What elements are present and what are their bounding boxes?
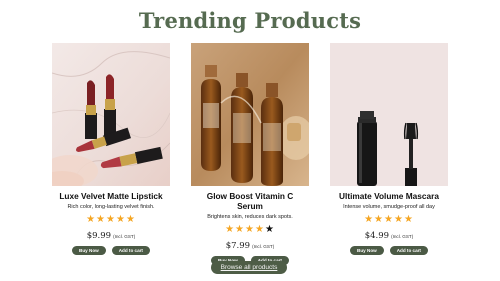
product-description: Rich color, long-lasting velvet finish. xyxy=(67,204,155,210)
star-icon: ★ xyxy=(393,214,404,225)
star-icon: ★ xyxy=(264,224,275,235)
price-row: $9.99 (Incl. GST) xyxy=(52,228,170,243)
browse-all-products-button[interactable]: Browse all products xyxy=(211,261,287,274)
price-tax-note: (Incl. GST) xyxy=(113,234,136,239)
star-icon: ★ xyxy=(403,214,414,225)
star-icon: ★ xyxy=(374,214,385,225)
product-card-mascara: Ultimate Volume Mascara Intense volume, … xyxy=(330,43,448,255)
product-card-serum: Glow Boost Vitamin C Serum Brightens ski… xyxy=(191,43,309,265)
product-card-lipstick: Luxe Velvet Matte Lipstick Rich color, l… xyxy=(52,43,170,255)
star-icon: ★ xyxy=(254,224,265,235)
star-icon: ★ xyxy=(86,214,97,225)
star-icon: ★ xyxy=(115,214,126,225)
star-icon: ★ xyxy=(364,214,375,225)
star-icon: ★ xyxy=(106,214,116,225)
star-icon: ★ xyxy=(384,214,394,225)
mascara-product-image[interactable] xyxy=(330,43,448,186)
star-icon: ★ xyxy=(96,214,107,225)
add-to-cart-button[interactable]: Add to cart xyxy=(389,246,428,255)
rating-stars: ★★★★★ xyxy=(191,224,309,235)
buy-now-button[interactable]: Buy Now xyxy=(72,246,106,255)
section-title: Trending Products xyxy=(138,8,362,33)
rating-stars: ★★★★★ xyxy=(52,214,170,225)
star-icon: ★ xyxy=(225,224,236,235)
star-icon: ★ xyxy=(245,224,255,235)
price-row: $4.99 (Incl. GST) xyxy=(330,228,448,243)
add-to-cart-button[interactable]: Add to cart xyxy=(111,246,150,255)
lipstick-product-image[interactable] xyxy=(52,43,170,186)
serum-product-image[interactable] xyxy=(191,43,309,186)
price: $9.99 xyxy=(86,231,112,241)
product-description: Brightens skin, reduces dark spots. xyxy=(207,214,293,220)
rating-stars: ★★★★★ xyxy=(330,214,448,225)
star-icon: ★ xyxy=(235,224,246,235)
star-icon: ★ xyxy=(125,214,136,225)
product-name[interactable]: Luxe Velvet Matte Lipstick xyxy=(52,191,170,201)
product-description: Intense volume, smudge-proof all day xyxy=(343,204,435,210)
price-row: $7.99 (Incl. GST) xyxy=(191,238,309,253)
product-name[interactable]: Ultimate Volume Mascara xyxy=(330,191,448,201)
product-name[interactable]: Glow Boost Vitamin C Serum xyxy=(191,191,309,211)
price-tax-note: (Incl. GST) xyxy=(252,244,275,249)
price-tax-note: (Incl. GST) xyxy=(391,234,414,239)
price: $4.99 xyxy=(364,231,390,241)
price: $7.99 xyxy=(225,241,251,251)
buy-now-button[interactable]: Buy Now xyxy=(350,246,384,255)
